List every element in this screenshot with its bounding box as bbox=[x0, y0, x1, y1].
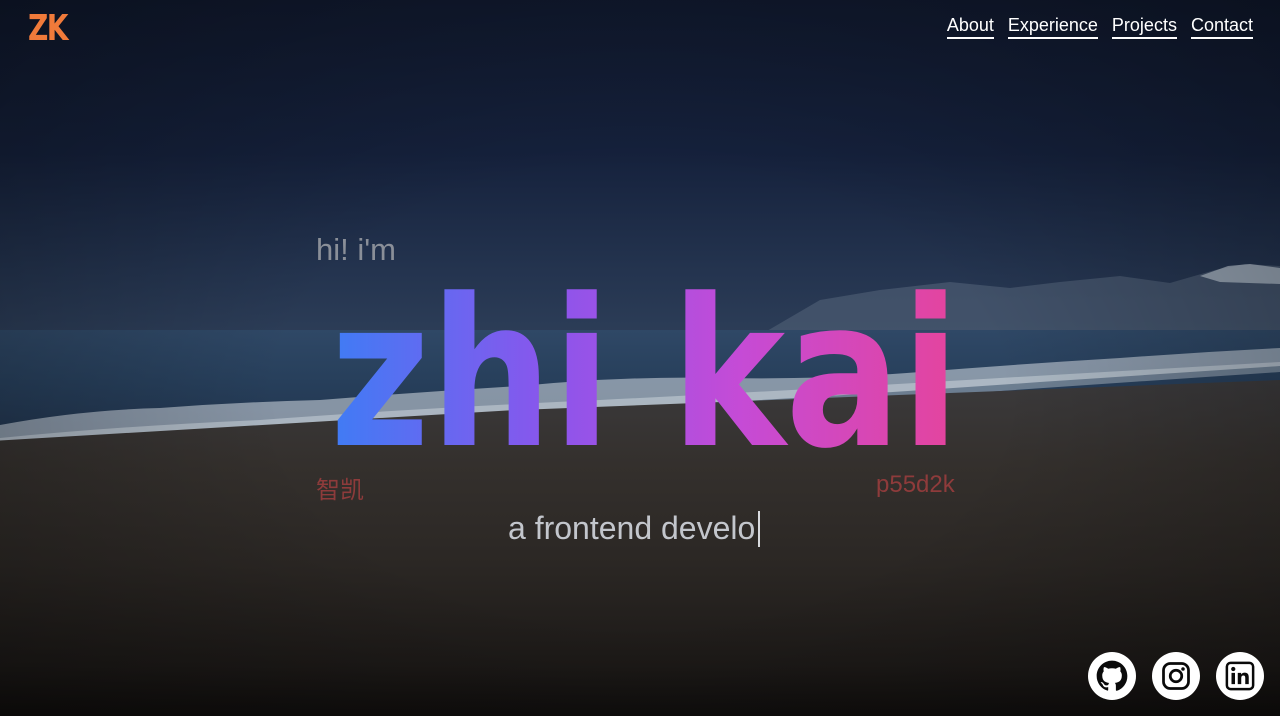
nav-link-experience[interactable]: Experience bbox=[1007, 14, 1098, 39]
typing-caret bbox=[758, 510, 761, 547]
hero-section: ZK About Experience Projects Contact hi!… bbox=[0, 0, 1280, 716]
hero-name: zhi kai bbox=[330, 260, 960, 470]
github-link[interactable] bbox=[1088, 652, 1136, 700]
linkedin-link[interactable] bbox=[1216, 652, 1264, 700]
social-links bbox=[1088, 652, 1264, 700]
nav-link-contact[interactable]: Contact bbox=[1190, 14, 1253, 39]
hero-chinese-name: 智凯 bbox=[316, 477, 364, 504]
instagram-icon bbox=[1162, 662, 1190, 690]
github-icon bbox=[1096, 660, 1128, 691]
nav-link-projects[interactable]: Projects bbox=[1111, 14, 1177, 39]
site-logo[interactable]: ZK bbox=[28, 8, 69, 49]
main-nav: About Experience Projects Contact bbox=[946, 14, 1253, 39]
hero-name-text: zhi kai bbox=[330, 260, 960, 470]
hero-typed-role: a frontend develo bbox=[508, 510, 761, 547]
linkedin-icon bbox=[1225, 661, 1255, 691]
instagram-link[interactable] bbox=[1152, 652, 1200, 700]
nav-link-about[interactable]: About bbox=[946, 14, 994, 39]
typed-role-text: a frontend develo bbox=[508, 510, 756, 546]
hero-handle: p55d2k bbox=[876, 471, 955, 498]
